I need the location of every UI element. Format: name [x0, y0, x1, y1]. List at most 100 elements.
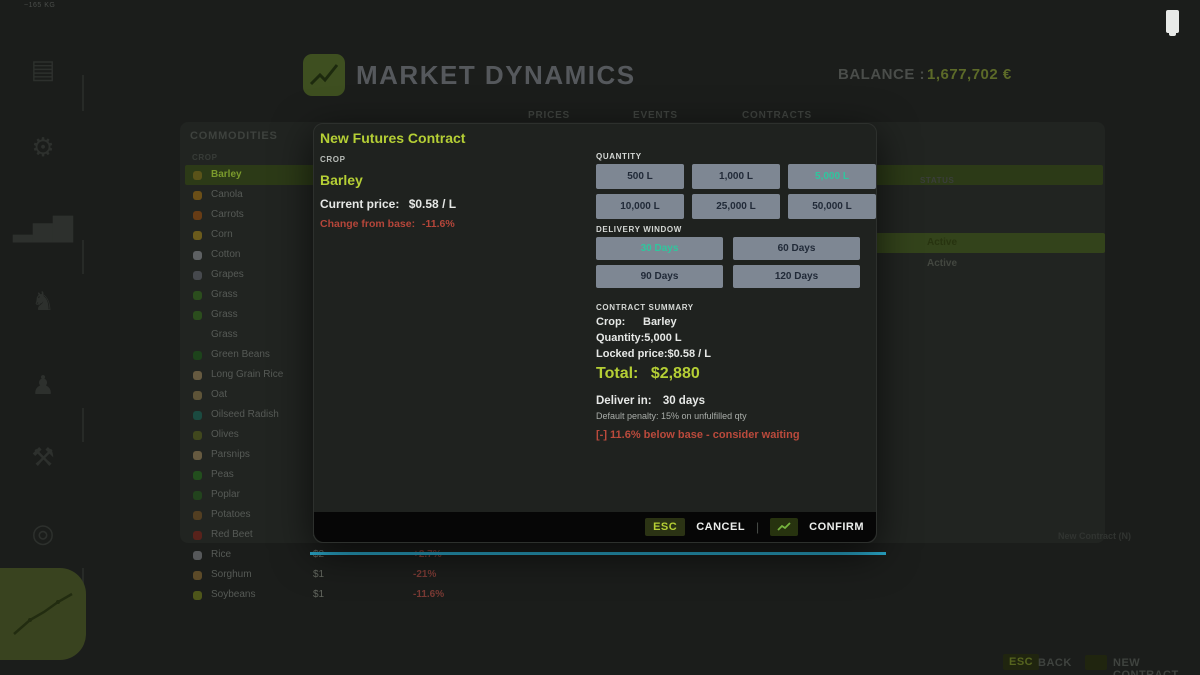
- esc-key-badge[interactable]: ESC: [1003, 654, 1039, 670]
- back-button[interactable]: BACK: [1038, 657, 1072, 669]
- selected-crop-name: Barley: [320, 172, 363, 188]
- sidebar-divider: [82, 408, 84, 442]
- crop-name: Parsnips: [211, 449, 250, 460]
- tab[interactable]: EVENTS: [633, 110, 678, 121]
- quantity-option-button[interactable]: 25,000 L: [692, 194, 780, 219]
- crop-name: Rice: [211, 549, 231, 560]
- delivery-option-button[interactable]: 60 Days: [733, 237, 860, 260]
- crop-name: Peas: [211, 469, 234, 480]
- commodity-row[interactable]: Soybeans $1 -11.6%: [185, 585, 1103, 605]
- workers-icon[interactable]: ♟: [24, 366, 62, 404]
- finances-icon[interactable]: ▤: [24, 50, 62, 88]
- crop-name: Cotton: [211, 249, 240, 260]
- crop-name: Canola: [211, 189, 243, 200]
- animals-icon[interactable]: ♞: [24, 282, 62, 320]
- crop-icon: [193, 511, 202, 520]
- crop-icon: [193, 231, 202, 240]
- crop-change: -11.6%: [413, 589, 444, 600]
- crop-name: Potatoes: [211, 509, 250, 520]
- delivery-option-button[interactable]: 90 Days: [596, 265, 723, 288]
- deliver-in-row: Deliver in: 30 days: [596, 395, 705, 407]
- total-row: Total: $2,880: [596, 365, 700, 383]
- total-value: $2,880: [651, 365, 700, 382]
- crop-icon: [193, 351, 202, 360]
- commodity-row[interactable]: Rice $2 +2.7%: [185, 545, 1103, 565]
- new-contract-button[interactable]: NEW CONTRACT: [1113, 657, 1200, 675]
- crop-name: Poplar: [211, 489, 240, 500]
- cancel-button[interactable]: CANCEL: [696, 521, 745, 533]
- hud-weight-text: ~165 KG: [24, 2, 55, 9]
- delivery-window-section-label: DELIVERY WINDOW: [596, 225, 682, 234]
- sidebar-divider: [82, 75, 84, 111]
- summary-row-value: $0.58 / L: [668, 348, 711, 364]
- production-icon[interactable]: ⚙: [24, 128, 62, 166]
- delivery-option-button[interactable]: 30 Days: [596, 237, 723, 260]
- chart-squiggle-icon: [776, 521, 792, 533]
- crop-icon: [193, 271, 202, 280]
- quantity-option-button[interactable]: 500 L: [596, 164, 684, 189]
- crop-name: Soybeans: [211, 589, 255, 600]
- below-base-warning: [-] 11.6% below base - consider waiting: [596, 429, 800, 441]
- change-from-base-row: Change from base: -11.6%: [320, 218, 455, 230]
- crop-change: -21%: [413, 569, 436, 580]
- current-price-label: Current price:: [320, 197, 399, 211]
- new-futures-contract-modal: New Futures Contract CROP Barley Current…: [313, 123, 877, 543]
- balance-value: 1,677,702 €: [927, 66, 1012, 83]
- crop-icon: [193, 291, 202, 300]
- crop-icon: [193, 191, 202, 200]
- crop-name: Grass: [211, 289, 238, 300]
- quantity-option-button[interactable]: 50,000 L: [788, 194, 876, 219]
- crop-icon: [193, 471, 202, 480]
- commodity-row[interactable]: Sorghum $1 -21%: [185, 565, 1103, 585]
- new-contract-hint: New Contract (N): [1058, 531, 1131, 541]
- page-title: MARKET DYNAMICS: [356, 60, 636, 91]
- confirm-key-icon[interactable]: [770, 518, 798, 536]
- chart-line-icon: [0, 568, 86, 660]
- tab[interactable]: CONTRACTS: [742, 110, 812, 121]
- status-column-header: STATUS: [920, 176, 954, 185]
- summary-row: Locked price: $0.58 / L: [596, 348, 876, 364]
- crop-name: Oilseed Radish: [211, 409, 279, 420]
- crop-icon: [193, 451, 202, 460]
- statistics-icon[interactable]: ▂▅▇: [24, 208, 62, 246]
- crop-icon: [193, 411, 202, 420]
- quantity-option-button[interactable]: 1,000 L: [692, 164, 780, 189]
- vehicles-icon[interactable]: ⚒: [24, 438, 62, 476]
- quantity-section-label: QUANTITY: [596, 152, 642, 161]
- modal-title: New Futures Contract: [320, 130, 465, 146]
- market-dynamics-logo-icon: [303, 54, 345, 96]
- summary-row-label: Quantity:: [596, 332, 644, 348]
- change-from-base-value: -11.6%: [422, 218, 455, 230]
- contract-status: Active: [927, 258, 957, 269]
- summary-row: Crop: Barley: [596, 316, 876, 332]
- construction-icon[interactable]: ◎: [24, 514, 62, 552]
- crop-price: $1: [313, 569, 324, 580]
- crop-name: Long Grain Rice: [211, 369, 283, 380]
- contract-summary-rows: Crop: Barley Quantity: 5,000 L Locked pr…: [596, 316, 876, 364]
- quantity-option-button[interactable]: 10,000 L: [596, 194, 684, 219]
- default-penalty-text: Default penalty: 15% on unfulfilled qty: [596, 411, 747, 421]
- deliver-in-label: Deliver in:: [596, 395, 652, 407]
- summary-row: Quantity: 5,000 L: [596, 332, 876, 348]
- crop-name: Oat: [211, 389, 227, 400]
- crop-icon: [193, 171, 202, 180]
- deliver-in-value: 30 days: [663, 395, 705, 407]
- change-from-base-label: Change from base:: [320, 218, 415, 230]
- crop-icon: [193, 571, 202, 580]
- delivery-options: 30 Days 60 Days 90 Days 120 Days: [596, 237, 878, 288]
- crop-icon: [193, 331, 202, 340]
- summary-row-value: Barley: [643, 316, 677, 332]
- modal-right-column: QUANTITY 500 L 1,000 L 5,000 L 10,000 L …: [594, 124, 878, 514]
- confirm-button[interactable]: CONFIRM: [809, 521, 864, 533]
- crop-icon: [193, 371, 202, 380]
- current-price-row: Current price: $0.58 / L: [320, 197, 456, 211]
- quantity-options: 500 L 1,000 L 5,000 L 10,000 L 25,000 L …: [596, 164, 878, 219]
- esc-key-badge[interactable]: ESC: [645, 518, 685, 536]
- quantity-option-button[interactable]: 5,000 L: [788, 164, 876, 189]
- current-price-value: $0.58 / L: [409, 197, 456, 211]
- tab[interactable]: PRICES: [528, 110, 570, 121]
- market-toast[interactable]: [0, 568, 86, 660]
- delivery-option-button[interactable]: 120 Days: [733, 265, 860, 288]
- market-dynamics-screen: ~165 KG ▤ ⚙ ▂▅▇ ♞ ♟ ⚒: [0, 0, 1200, 675]
- crop-icon: [193, 491, 202, 500]
